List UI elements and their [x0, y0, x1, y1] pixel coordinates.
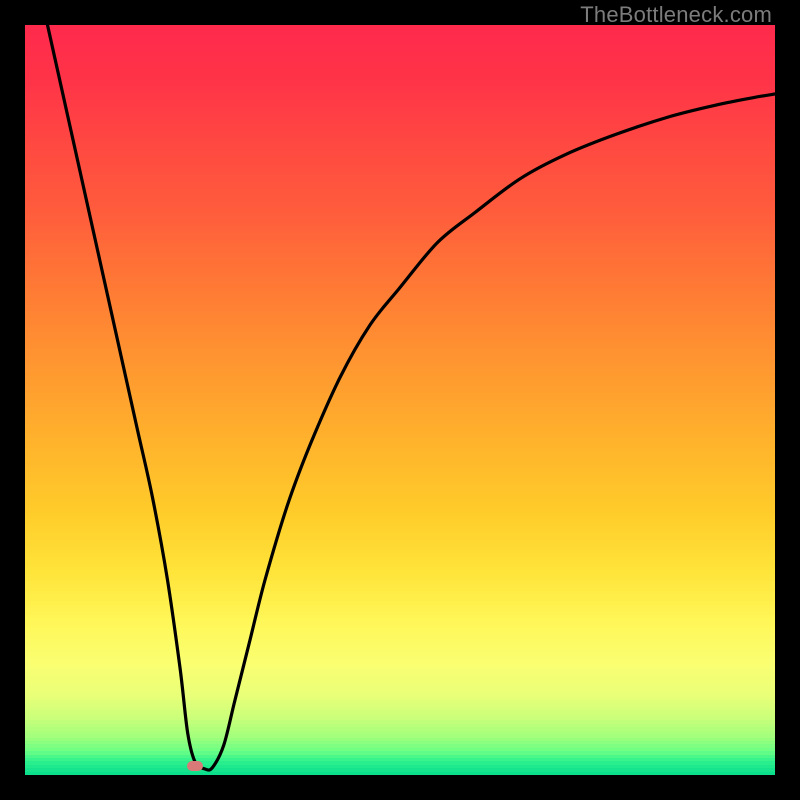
- minimum-marker: [187, 761, 203, 771]
- bottleneck-curve: [25, 25, 775, 775]
- plot-area: [25, 25, 775, 775]
- chart-frame: TheBottleneck.com: [0, 0, 800, 800]
